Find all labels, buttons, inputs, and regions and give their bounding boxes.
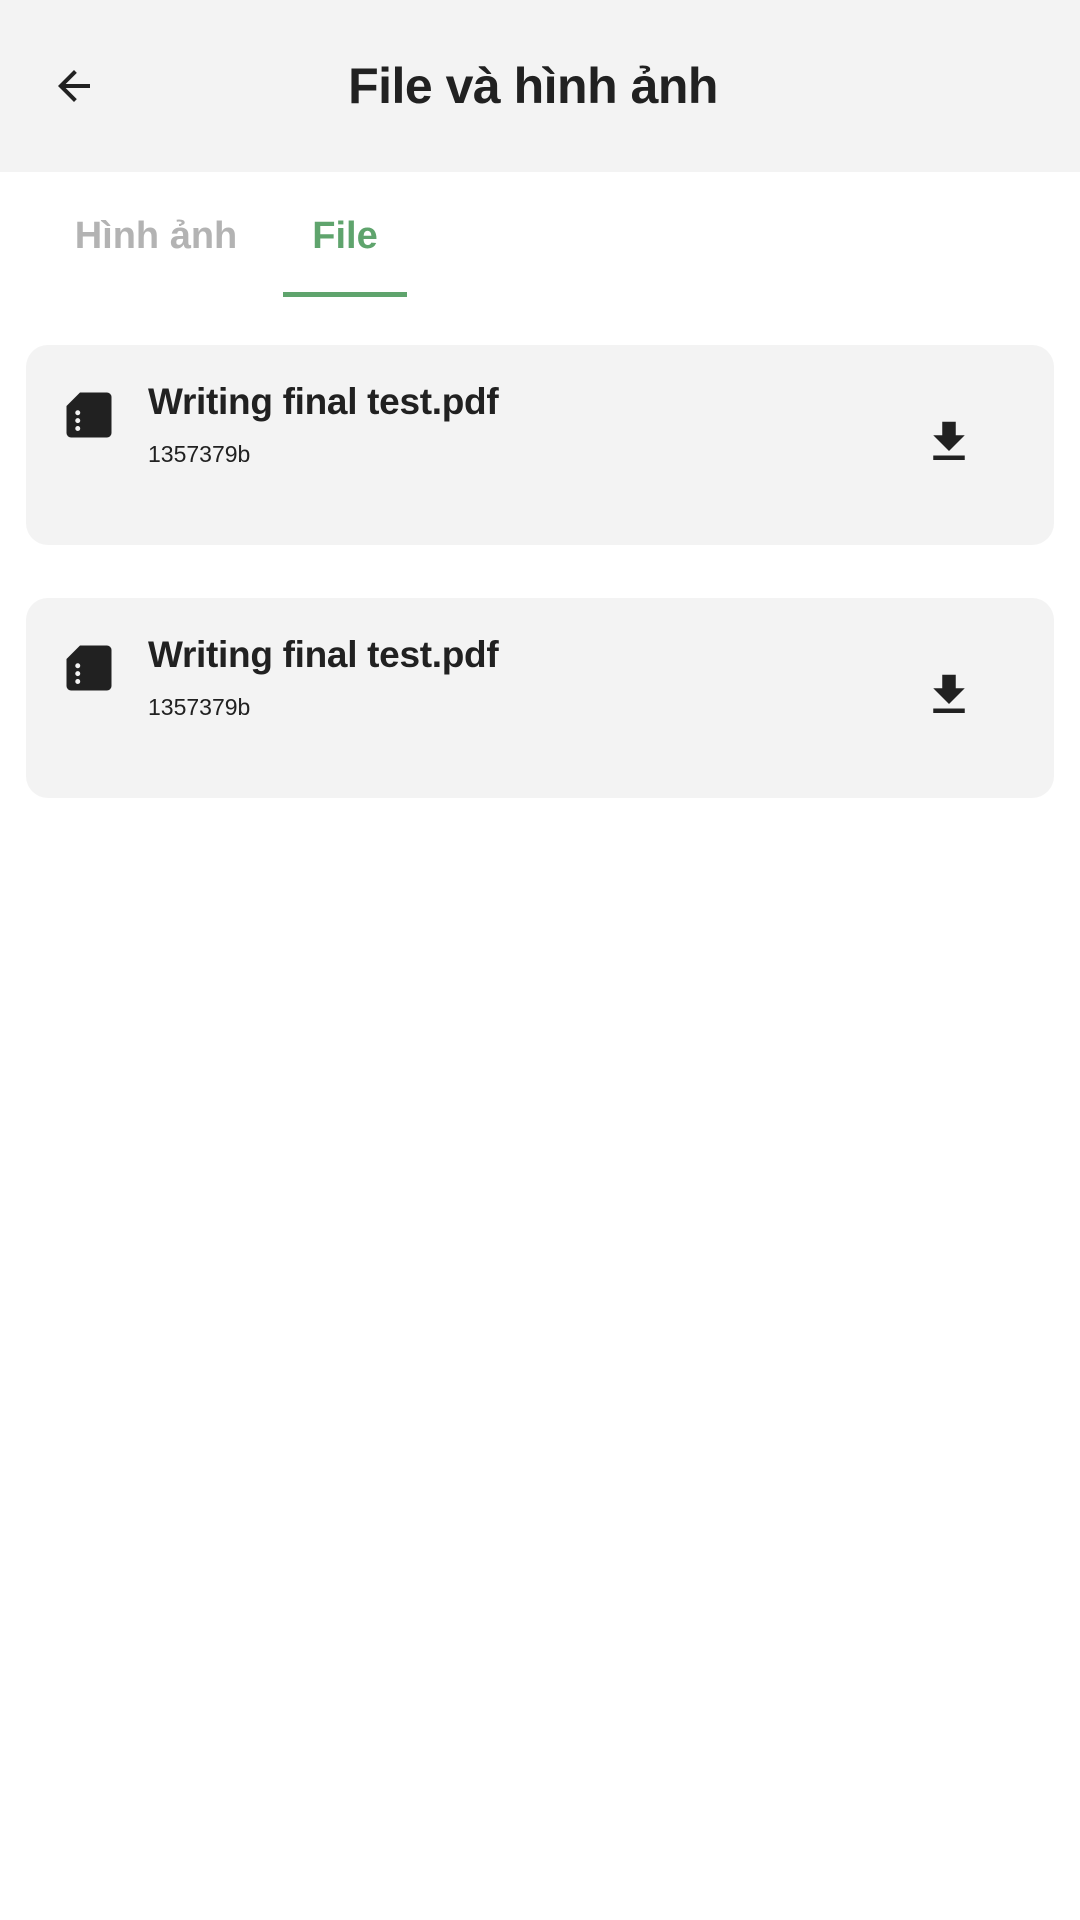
download-button[interactable]	[904, 397, 994, 487]
tab-file[interactable]: File	[283, 172, 407, 300]
tab-images[interactable]: Hình ảnh	[60, 172, 252, 300]
file-name: Writing final test.pdf	[148, 381, 499, 422]
active-tab-indicator	[283, 292, 407, 297]
file-list-item[interactable]: Writing final test.pdf 1357379b	[26, 345, 1054, 545]
page-title: File và hình ảnh	[348, 58, 718, 114]
file-name: Writing final test.pdf	[148, 634, 499, 675]
file-icon	[66, 392, 112, 438]
file-size: 1357379b	[148, 441, 251, 467]
tab-bar: Hình ảnh File	[0, 172, 1080, 300]
file-size: 1357379b	[148, 694, 251, 720]
download-button[interactable]	[904, 650, 994, 740]
file-icon	[66, 645, 112, 691]
file-list-item[interactable]: Writing final test.pdf 1357379b	[26, 598, 1054, 798]
download-icon	[933, 674, 965, 713]
app-bar: File và hình ảnh	[0, 0, 1080, 172]
download-icon	[933, 421, 965, 460]
